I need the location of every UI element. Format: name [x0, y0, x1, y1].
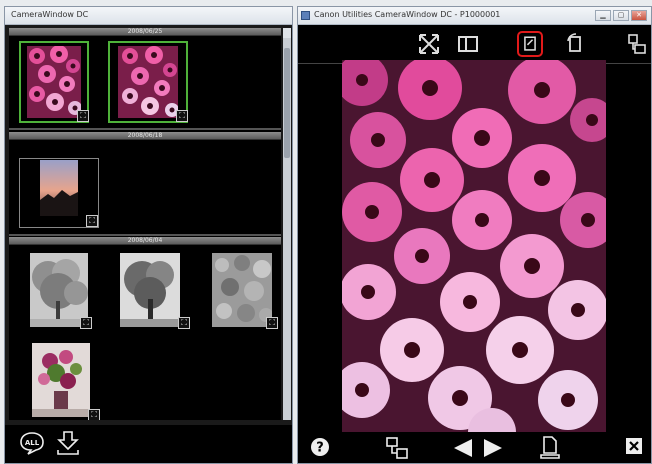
- thumbnail-bouquet[interactable]: ⛶: [25, 340, 101, 420]
- image-type-icon: ⛶: [86, 215, 98, 227]
- group-separator: [9, 234, 281, 236]
- right-titlebar[interactable]: Canon Utilities CameraWindow DC - P10000…: [298, 7, 651, 25]
- select-all-icon[interactable]: ALL: [19, 431, 45, 455]
- bouquet-image: [32, 343, 90, 417]
- tree-image-1: [30, 253, 88, 327]
- fullscreen-icon[interactable]: [416, 31, 442, 57]
- image-type-icon: ⛶: [176, 110, 188, 122]
- image-type-icon: ⛶: [178, 317, 190, 329]
- group-header-1[interactable]: 2008/06/25: [9, 28, 281, 36]
- select-all-label: ALL: [25, 439, 40, 447]
- scroll-thumb[interactable]: [284, 48, 290, 158]
- left-window-title: CameraWindow DC: [11, 10, 89, 19]
- flowers-image-1: [27, 46, 81, 118]
- group-date-2: 2008/06/18: [127, 132, 163, 139]
- group-date-3: 2008/06/04: [127, 237, 163, 244]
- scroll-up-icon[interactable]: [283, 28, 291, 38]
- thumbnail-sunset[interactable]: ⛶: [19, 158, 99, 228]
- flowers-image-2: [118, 46, 178, 118]
- viewer-bottom-toolbar: ?: [298, 433, 651, 463]
- thumbnail-tree-2[interactable]: ⛶: [115, 250, 191, 330]
- transfer-icon[interactable]: [384, 435, 410, 461]
- window-controls: ▁ ▢ ✕: [595, 10, 647, 21]
- group-header-3[interactable]: 2008/06/04: [9, 237, 281, 245]
- viewer-toolbar: [298, 26, 651, 62]
- group-header-2[interactable]: 2008/06/18: [9, 132, 281, 140]
- previous-icon[interactable]: [452, 437, 474, 459]
- import-icon[interactable]: [55, 430, 81, 456]
- image-type-icon: ⛶: [266, 317, 278, 329]
- rocks-image: [212, 253, 272, 327]
- camera-window-left: CameraWindow DC 2008/06/25 ⛶ ⛶ 2008/06/1…: [4, 6, 293, 464]
- edit-icon[interactable]: [517, 31, 543, 57]
- thumbnail-scrollbar[interactable]: [283, 28, 291, 420]
- share-icon[interactable]: [623, 31, 649, 57]
- app-icon: [301, 11, 310, 20]
- image-type-icon: ⛶: [88, 409, 100, 420]
- thumbnail-flowers-1[interactable]: ⛶: [19, 41, 89, 123]
- next-icon[interactable]: [482, 437, 504, 459]
- help-label: ?: [316, 441, 324, 456]
- group-date-1: 2008/06/25: [127, 28, 163, 35]
- tree-image-2: [120, 253, 180, 327]
- group-separator: [9, 128, 281, 130]
- image-type-icon: ⛶: [77, 110, 89, 122]
- minimize-button[interactable]: ▁: [595, 10, 611, 21]
- window-close-button[interactable]: ✕: [631, 10, 647, 21]
- maximize-button[interactable]: ▢: [613, 10, 629, 21]
- thumbnail-flowers-2[interactable]: ⛶: [108, 41, 188, 123]
- export-icon[interactable]: [538, 435, 562, 459]
- thumbnail-browser[interactable]: 2008/06/25 ⛶ ⛶ 2008/06/18 ⛶ 2008/06/04 ⛶…: [9, 28, 281, 420]
- thumbnail-tree-1[interactable]: ⛶: [25, 250, 93, 330]
- image-type-icon: ⛶: [80, 317, 92, 329]
- sunset-image: [40, 160, 78, 216]
- left-titlebar[interactable]: CameraWindow DC: [5, 7, 292, 25]
- camera-window-viewer: Canon Utilities CameraWindow DC - P10000…: [297, 6, 652, 464]
- rotate-icon[interactable]: [562, 31, 588, 57]
- right-window-title: Canon Utilities CameraWindow DC - P10000…: [314, 10, 501, 19]
- main-photo[interactable]: [342, 60, 606, 432]
- left-bottom-toolbar: ALL: [5, 425, 292, 463]
- thumbnail-rocks[interactable]: ⛶: [205, 250, 279, 330]
- help-icon[interactable]: ?: [310, 437, 330, 457]
- layout-icon[interactable]: [455, 31, 481, 57]
- close-icon[interactable]: [625, 437, 643, 455]
